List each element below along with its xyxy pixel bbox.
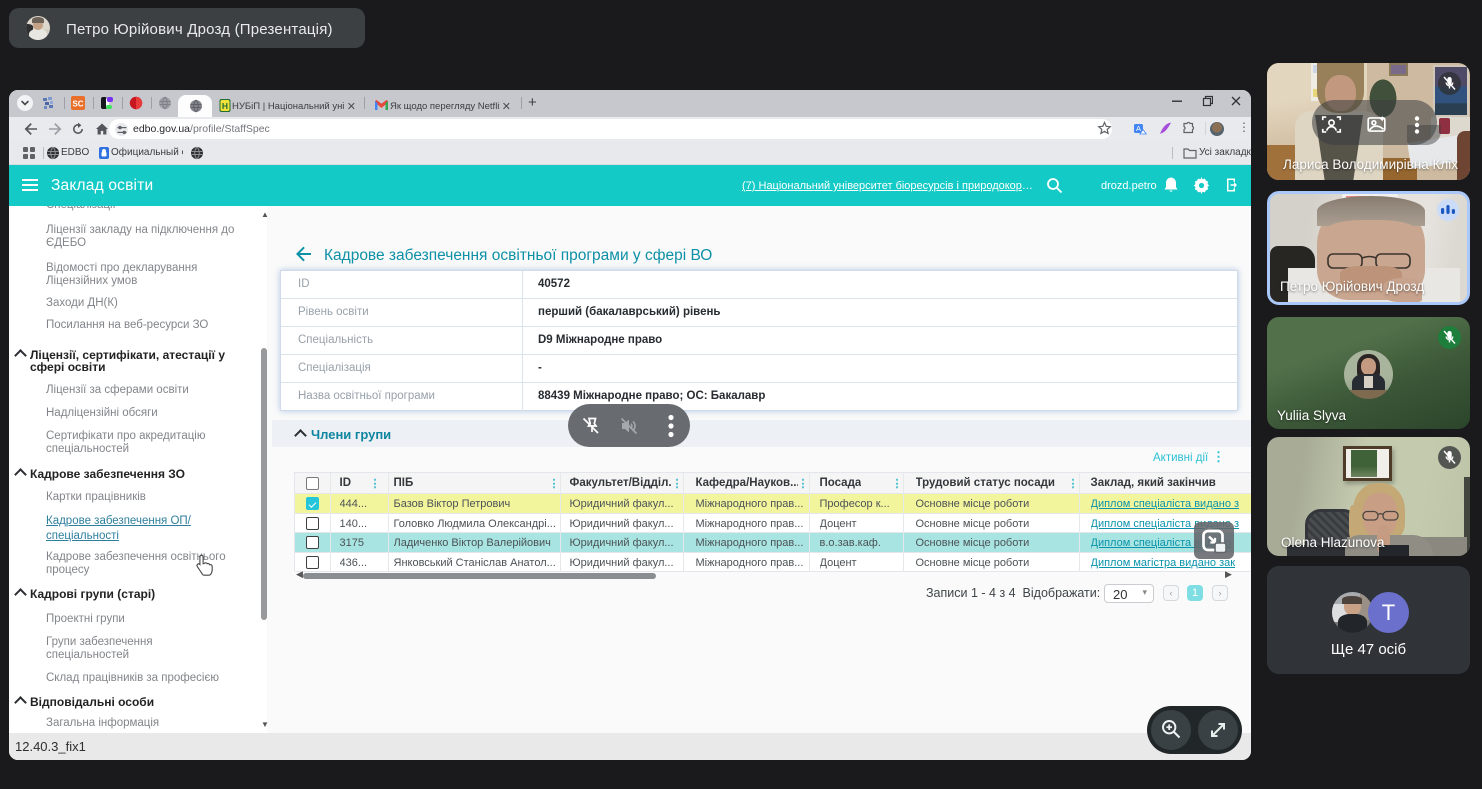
svg-text:Н: Н xyxy=(222,101,228,111)
svg-text:A: A xyxy=(1136,124,1141,133)
svg-text:SC: SC xyxy=(72,100,83,109)
